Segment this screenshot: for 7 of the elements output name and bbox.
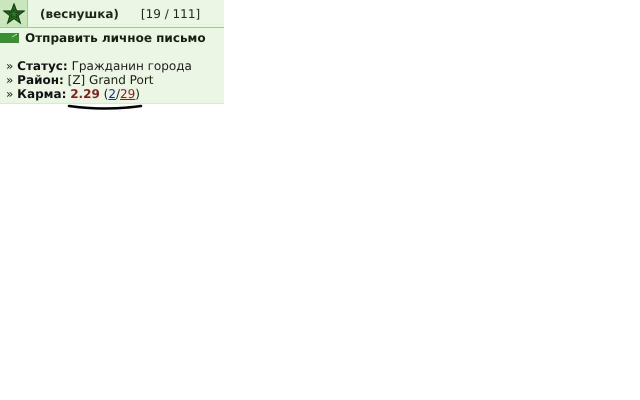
user-count: [19 / 111] [140,6,200,20]
info-line: » Статус: Гражданин города [6,59,193,73]
karma-line: » Карма: 2.29 (2/29) [6,87,141,101]
info-line: » Район: [Z] Grand Port [6,73,154,87]
envelope-icon [0,33,19,43]
user-name: (веснушка) [40,6,119,20]
send-message-link[interactable]: Отправить личное письмо [25,31,206,45]
